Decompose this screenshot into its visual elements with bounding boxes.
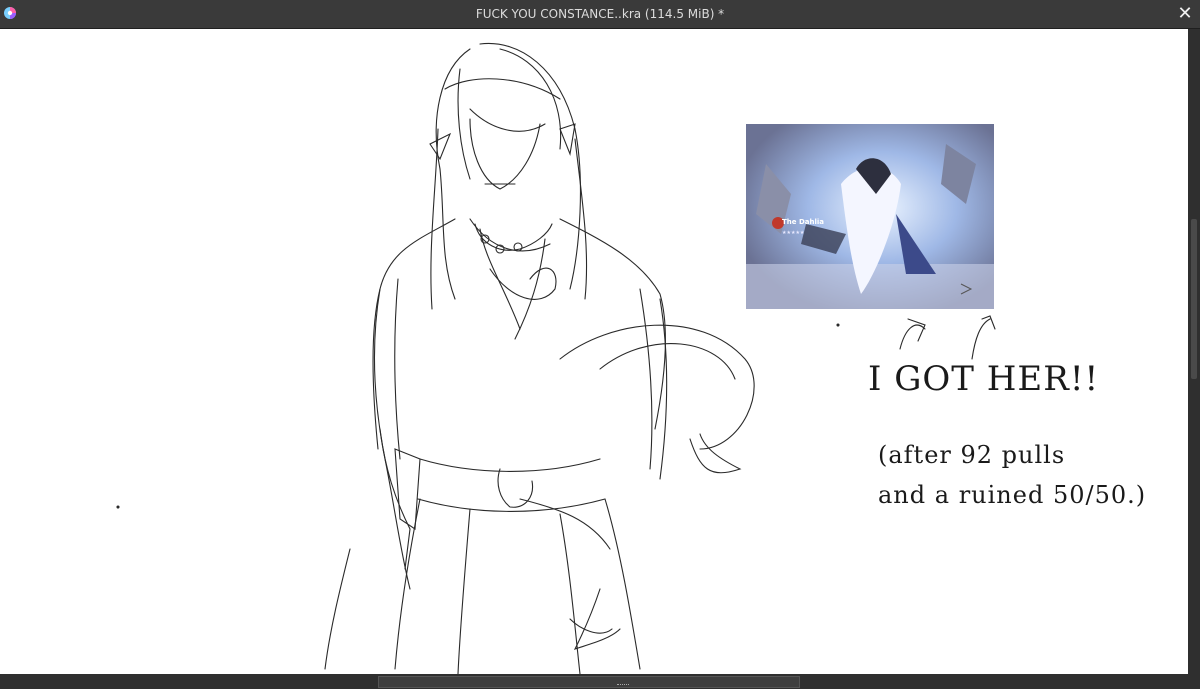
annotation-line-3: and a ruined 50/50.) [878,481,1147,509]
horizontal-scrollbar[interactable] [0,674,1200,689]
character-art [746,124,994,309]
drawing-canvas[interactable]: The Dahlia ★★★★★ I GOT HER!! (after 92 p… [0,29,1188,674]
annotation-line-2: (after 92 pulls [878,441,1066,469]
close-icon[interactable]: ✕ [1176,5,1194,23]
figure-sketch [116,42,996,674]
reference-screenshot[interactable]: The Dahlia ★★★★★ [746,124,994,309]
character-name: The Dahlia [782,218,824,226]
window-title: FUCK YOU CONSTANCE..kra (114.5 MiB) * [475,7,725,21]
scroll-grip-icon [617,684,629,688]
vertical-scrollbar[interactable] [1188,29,1200,674]
horizontal-scroll-thumb[interactable] [378,676,800,688]
vertical-scroll-thumb[interactable] [1191,219,1197,379]
annotation-line-1: I GOT HER!! [868,359,1100,399]
title-bar: FUCK YOU CONSTANCE..kra (114.5 MiB) * ✕ [0,0,1200,29]
rarity-stars: ★★★★★ [782,230,805,236]
